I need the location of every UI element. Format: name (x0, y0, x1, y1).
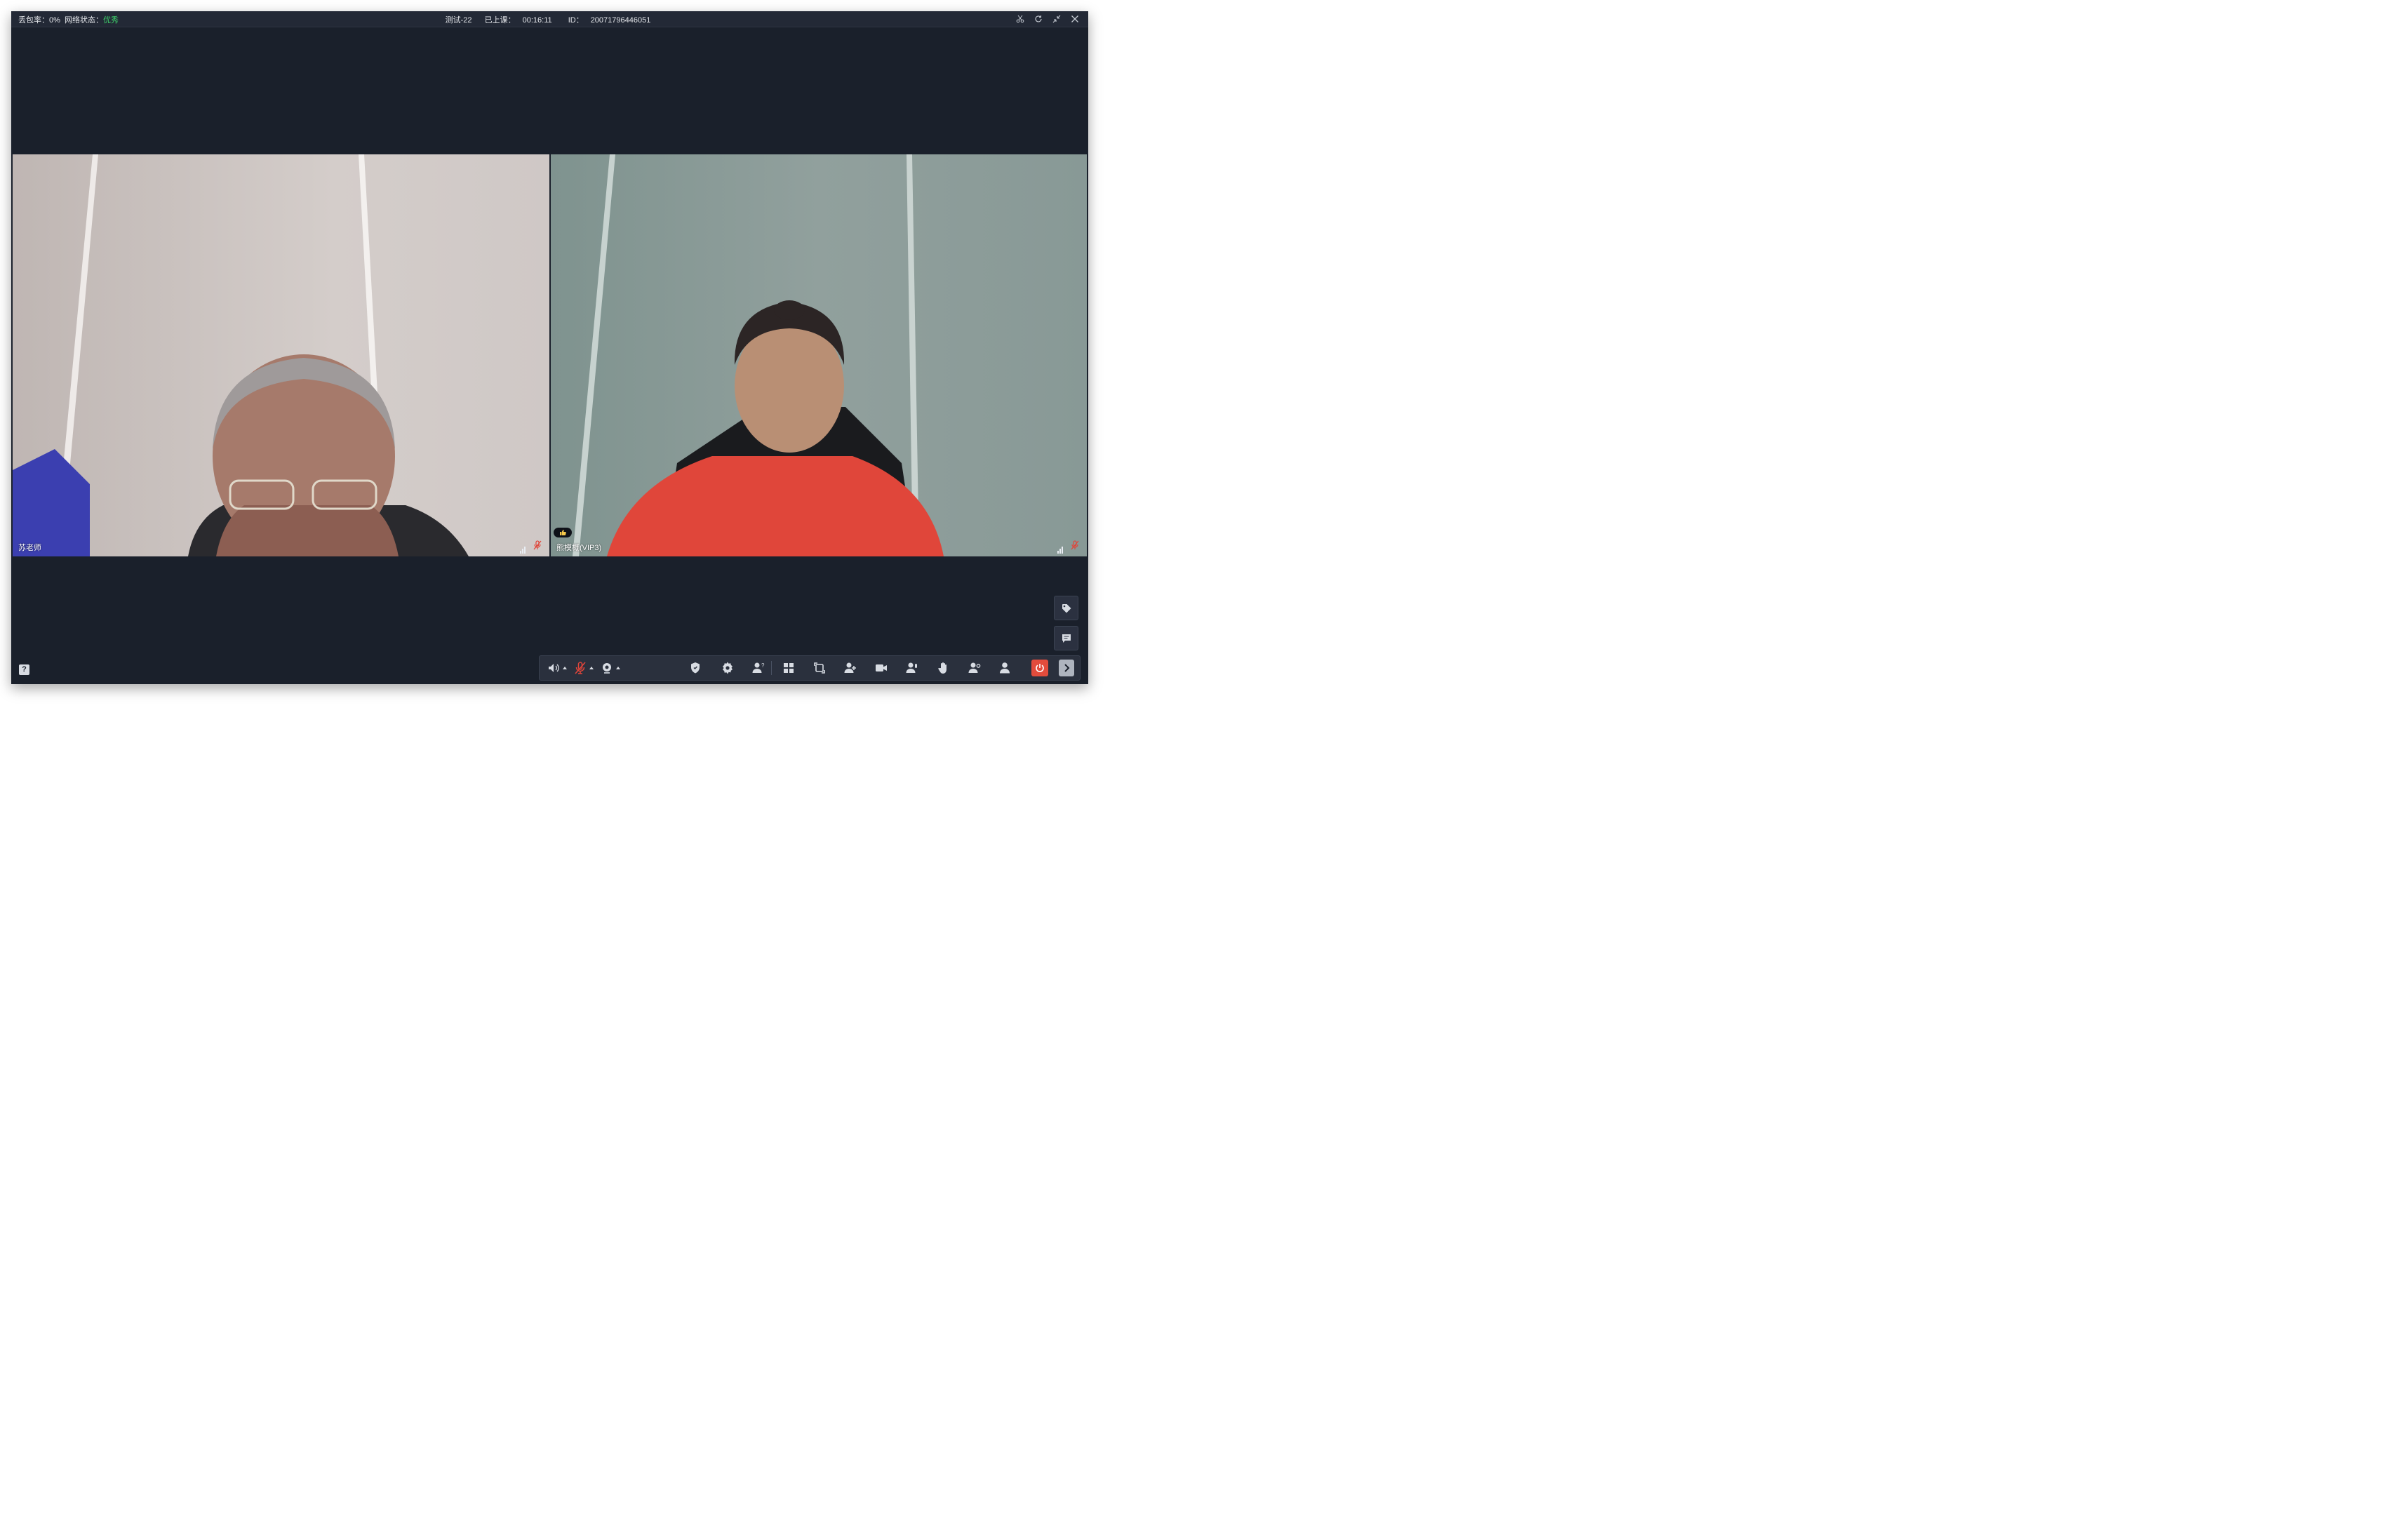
mic-dropdown-icon[interactable] (589, 667, 594, 669)
elapsed-label: 已上课： (484, 16, 516, 25)
elapsed-time: 00:16:11 (522, 16, 552, 25)
video-tile-teacher[interactable]: 苏老师 (13, 154, 549, 556)
next-icon (1064, 664, 1070, 672)
add-user-icon (844, 662, 856, 673)
raise-hand-icon (938, 662, 947, 674)
mic-muted-icon[interactable] (533, 540, 542, 554)
shield-user-icon (691, 662, 700, 674)
mic-muted-icon[interactable] (1070, 540, 1080, 554)
user-settings-button[interactable] (968, 660, 982, 676)
user-question-button[interactable]: ? (751, 660, 765, 676)
collapse-icon[interactable] (1050, 13, 1063, 25)
speaker-button[interactable] (547, 660, 567, 676)
user-question-icon: ? (752, 662, 765, 673)
svg-text:?: ? (761, 662, 765, 669)
settings-icon (723, 662, 733, 674)
expand-panel-button[interactable] (1059, 660, 1074, 676)
video-tile-student[interactable]: 熊模概(VIP3) (551, 154, 1087, 556)
session-id: 20071796446051 (590, 16, 651, 25)
chat-icon (1062, 634, 1071, 643)
video-button[interactable] (874, 660, 888, 676)
app-window: 丢包率：0% 网络状态：优秀 测试-22 已上课： 00:16:11 ID： 200… (11, 11, 1088, 684)
tile-status (1057, 540, 1080, 554)
grid-layout-icon (784, 663, 794, 673)
session-info: 测试-22 已上课： 00:16:11 ID： 20071796446051 (11, 14, 1088, 25)
user-mic-icon (906, 662, 917, 673)
participant-name: 熊模概(VIP3) (556, 544, 602, 552)
close-icon[interactable] (1069, 13, 1081, 25)
camera-button[interactable] (600, 660, 620, 676)
layout-button[interactable] (782, 660, 796, 676)
mic-button[interactable] (573, 660, 594, 676)
tag-icon (1062, 603, 1071, 613)
security-button[interactable] (688, 660, 702, 676)
add-user-button[interactable] (843, 660, 857, 676)
camera-icon (603, 663, 611, 674)
video-feed (13, 154, 549, 556)
thumbs-up-icon (554, 528, 572, 537)
signal-icon (520, 545, 526, 554)
session-id-label: ID： (568, 16, 584, 25)
video-icon (876, 664, 887, 671)
video-feed (551, 154, 1087, 556)
title-bar: 丢包率：0% 网络状态：优秀 测试-22 已上课： 00:16:11 ID： 200… (11, 11, 1088, 27)
course-name: 测试-22 (445, 16, 472, 25)
mic-muted-icon (575, 662, 586, 674)
speaker-dropdown-icon[interactable] (563, 667, 567, 669)
toolbar-divider (771, 661, 772, 675)
window-controls (1014, 13, 1081, 25)
participant-name: 苏老师 (18, 544, 41, 552)
user-icon (1000, 662, 1010, 674)
power-icon (1036, 664, 1044, 672)
speaker-icon (549, 664, 559, 672)
user-settings-icon (968, 662, 981, 673)
signal-icon (1057, 545, 1063, 554)
user-button[interactable] (998, 660, 1012, 676)
switch-icon (814, 662, 825, 674)
end-class-button[interactable] (1031, 660, 1048, 676)
refresh-icon[interactable] (1032, 13, 1045, 25)
scissors-icon[interactable] (1014, 13, 1026, 25)
camera-dropdown-icon[interactable] (616, 667, 620, 669)
switch-button[interactable] (812, 660, 827, 676)
chat-button[interactable] (1054, 626, 1078, 650)
tile-status (520, 540, 542, 554)
tag-button[interactable] (1054, 596, 1078, 620)
settings-button[interactable] (721, 660, 735, 676)
user-mic-button[interactable] (905, 660, 919, 676)
raise-hand-button[interactable] (937, 660, 951, 676)
help-icon[interactable]: ? (19, 664, 29, 675)
control-toolbar: ? (539, 655, 1081, 681)
